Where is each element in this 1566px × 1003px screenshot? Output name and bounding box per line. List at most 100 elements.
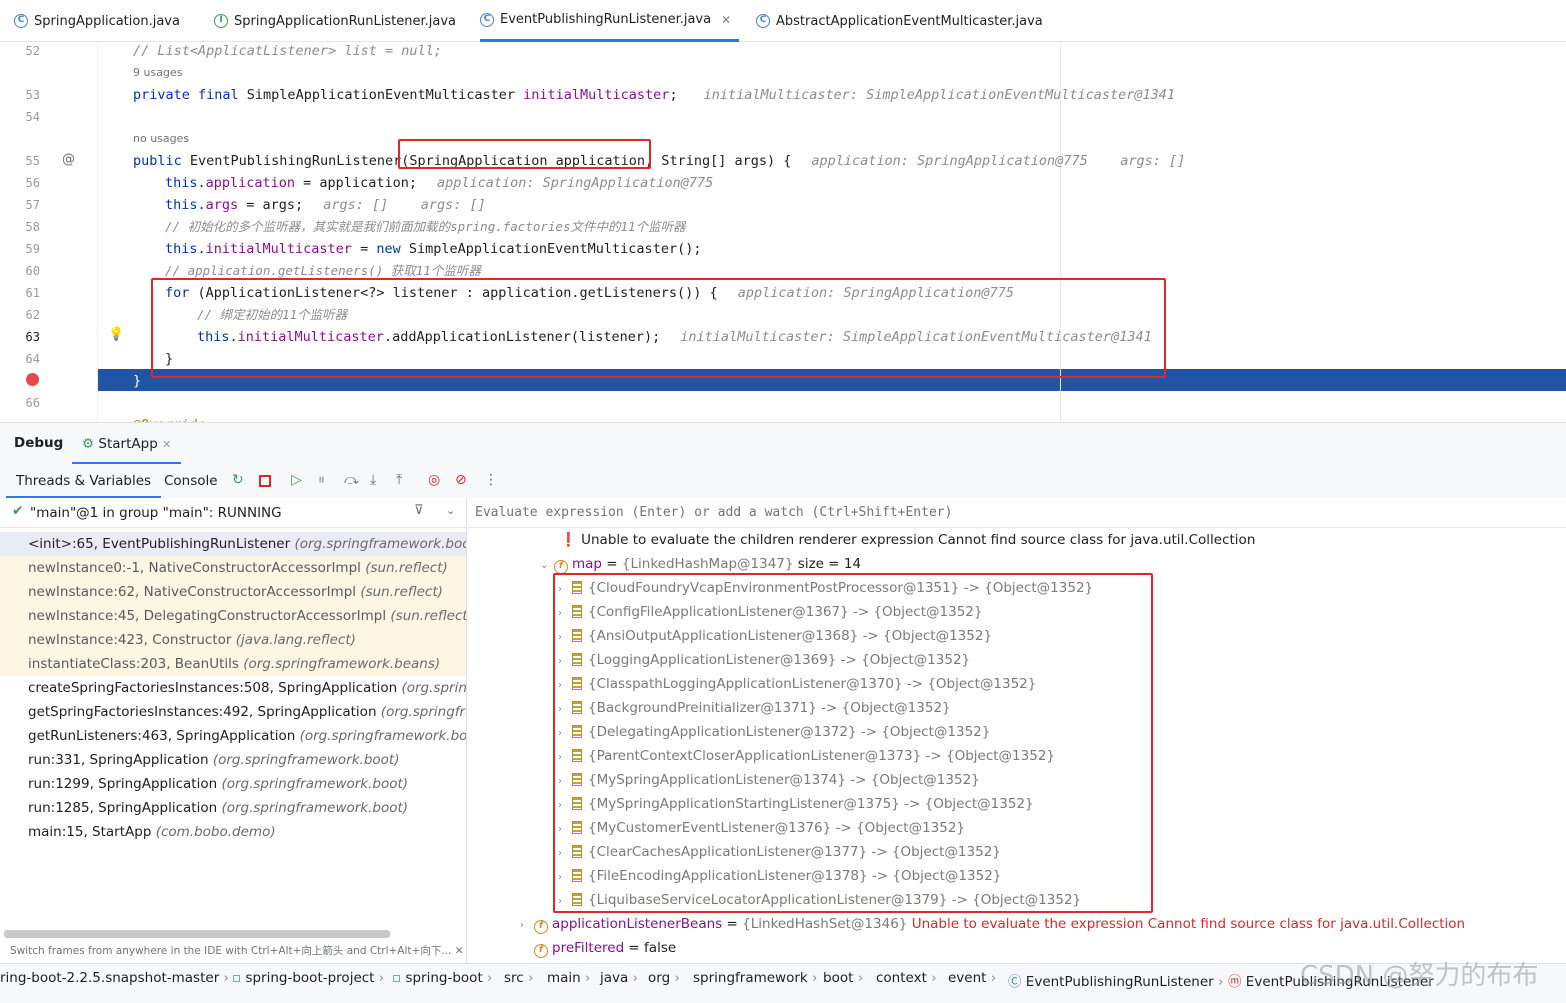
module-icon: ▫ [232,970,242,986]
stop-icon[interactable] [259,475,271,487]
more-options-icon[interactable]: ⋮ [484,472,498,488]
stack-frame[interactable]: run:331, SpringApplication (org.springfr… [0,748,466,772]
lightbulb-icon[interactable]: 💡 [108,327,124,342]
tab-run-config[interactable]: ⚙ StartApp ✕ [72,423,182,465]
line-number: 59 [25,242,40,256]
highlight-box-for-loop [151,278,1166,378]
class-icon: C [756,14,770,28]
usage-hint[interactable]: no usages [133,132,189,145]
breadcrumb-item[interactable]: main › [547,970,590,986]
class-icon: C [14,14,28,28]
code-editor[interactable]: 52 53 54 55 56 57 58 59 60 61 62 63 64 6… [0,42,1566,422]
chevron-down-icon[interactable]: ⌄ [540,554,554,578]
close-tab-icon[interactable]: ✕ [721,13,731,27]
resume-icon[interactable]: ▷ [291,472,302,488]
method-icon: ⓜ [1228,974,1242,990]
line-number: 53 [25,88,40,102]
line-number: 58 [25,220,40,234]
breadcrumb-item[interactable]: ring-boot-2.2.5.snapshot-master › [0,970,229,986]
tab-console[interactable]: Console [164,473,218,489]
line-number: 55 [25,154,40,168]
class-icon: Ⓒ [1008,974,1022,990]
filter-icon[interactable]: ⊽ [414,503,424,518]
rerun-icon[interactable]: ↻ [232,472,244,488]
view-breakpoints-icon[interactable]: ◎ [428,472,440,488]
line-number: 54 [25,110,40,124]
editor-gutter[interactable]: 52 53 54 55 56 57 58 59 60 61 62 63 64 6… [0,42,124,422]
debug-run-icon: ⚙ [82,436,95,452]
editor-tab-bar: C SpringApplication.java I SpringApplicati… [0,0,1566,42]
code-line-57: this.args = args; args: [] args: [] [165,197,486,213]
stack-frame[interactable]: getSpringFactoriesInstances:492, SpringA… [0,700,466,724]
stack-frame[interactable]: newInstance:423, Constructor (java.lang.… [0,628,466,652]
stack-frame[interactable]: newInstance:62, NativeConstructorAccesso… [0,580,466,604]
variables-panel: Evaluate expression (Enter) or add a wat… [468,498,1566,963]
breadcrumb-item[interactable]: boot › [823,970,863,986]
code-line-67: @Override [133,414,206,422]
highlight-box-constructor-param [398,139,651,169]
frames-hint: Switch frames from anywhere in the IDE w… [10,945,464,957]
stack-frame[interactable]: run:1285, SpringApplication (org.springf… [0,796,466,820]
breadcrumb-item[interactable]: ▫ spring-boot › [392,970,492,986]
variable-pre-filtered[interactable]: f preFiltered = false [534,936,676,960]
frames-horizontal-scrollbar[interactable] [4,930,390,938]
thread-label: "main"@1 in group "main": RUNNING [30,505,282,521]
stack-frame[interactable]: instantiateClass:203, BeanUtils (org.spr… [0,652,466,676]
line-number: 64 [25,352,40,366]
stack-frame[interactable]: run:1299, SpringApplication (org.springf… [0,772,466,796]
chevron-down-icon[interactable]: ⌄ [446,504,455,517]
evaluate-expression-input[interactable]: Evaluate expression (Enter) or add a wat… [468,498,1566,528]
breadcrumb-item[interactable]: springframework › [693,970,817,986]
field-icon: f [554,560,568,574]
stack-frame[interactable]: newInstance:45, DelegatingConstructorAcc… [0,604,466,628]
line-number: 57 [25,198,40,212]
debug-title: Debug [14,435,64,451]
breadcrumb-item[interactable]: context › [876,970,937,986]
tab-event-publishing-run-listener[interactable]: C EventPublishingRunListener.java ✕ [480,0,740,42]
checkmark-icon: ✔ [12,503,24,519]
tab-spring-application-run-listener[interactable]: I SpringApplicationRunListener.java [214,0,456,42]
breadcrumb-item[interactable]: event › [948,970,996,986]
tab-spring-application[interactable]: C SpringApplication.java [14,0,180,42]
step-over-icon[interactable]: ⤼ [344,472,359,488]
step-into-icon[interactable]: ⤓ [370,472,376,488]
usage-hint[interactable]: 9 usages [133,66,182,79]
line-number: 61 [25,286,40,300]
tab-threads-variables[interactable]: Threads & Variables [6,464,162,498]
field-icon: f [534,920,548,934]
code-line-52: // List<ApplicatListener> list = null; [133,43,442,59]
line-number: 56 [25,176,40,190]
error-icon: ❗ [560,532,577,548]
evaluation-error-line: ❗ Unable to evaluate the children render… [560,532,1256,548]
breadcrumb-item[interactable]: ▫ spring-boot-project › [232,970,384,986]
frames-panel: ✔ "main"@1 in group "main": RUNNING ⊽ ⌄ … [0,498,467,963]
breadcrumb-item[interactable]: Ⓒ EventPublishingRunListener › [1008,970,1223,990]
stack-frame[interactable]: getRunListeners:463, SpringApplication (… [0,724,466,748]
interface-icon: I [214,14,228,28]
variable-application-listener-beans[interactable]: › f applicationListenerBeans = {LinkedHash… [520,912,1465,936]
breakpoint-icon[interactable] [26,373,39,386]
debug-toolbar: Threads & Variables Console ↻ ▷ ⏸ ⤼ ⤓ ⤒ … [0,464,1566,498]
stack-frame[interactable]: main:15, StartApp (com.bobo.demo) [0,820,466,844]
thread-selector[interactable]: ✔ "main"@1 in group "main": RUNNING ⊽ ⌄ [0,498,466,528]
watermark: CSDN @努力的布布 [1300,961,1539,991]
mute-breakpoints-icon[interactable]: ⊘ [455,472,467,488]
override-at-icon[interactable]: @ [62,152,75,167]
line-number: 52 [25,44,40,58]
step-out-icon[interactable]: ⤒ [396,472,402,488]
tab-abstract-application-event-multicaster[interactable]: C AbstractApplicationEventMulticaster.jav… [756,0,1043,42]
stack-frame[interactable]: newInstance0:-1, NativeConstructorAccess… [0,556,466,580]
breadcrumb-item[interactable]: src › [504,970,533,986]
breadcrumb-item[interactable]: org › [648,970,680,986]
pause-icon[interactable]: ⏸ [318,472,325,488]
breadcrumb-item[interactable]: java › [600,970,638,986]
code-line-55: public EventPublishingRunListener(Spring… [133,153,1186,169]
code-line-65: } [133,373,142,389]
close-icon[interactable]: ✕ [162,438,171,451]
stack-frame[interactable]: <init>:65, EventPublishingRunListener (o… [0,532,466,556]
code-line-58: // 初始化的多个监听器，其实就是我们前面加载的spring.factories… [165,219,686,234]
stack-frame[interactable]: createSpringFactoriesInstances:508, Spri… [0,676,466,700]
line-number: 62 [25,308,40,322]
field-icon: f [534,944,548,958]
close-icon[interactable]: ✕ [455,945,464,957]
